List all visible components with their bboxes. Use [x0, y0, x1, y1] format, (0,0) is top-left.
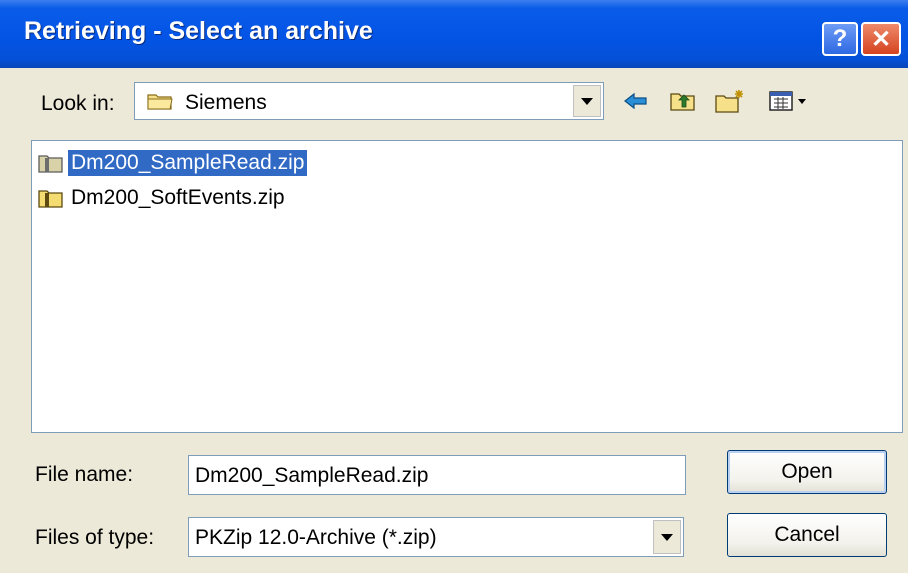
file-name-label: File name:: [35, 463, 134, 486]
look-in-dropdown[interactable]: Siemens: [134, 82, 604, 120]
look-in-label: Look in:: [41, 92, 115, 115]
view-menu-icon: [769, 91, 806, 111]
folder-icon: [147, 94, 173, 110]
chevron-down-icon: [581, 97, 593, 105]
help-icon: ?: [832, 25, 848, 52]
file-name: Dm200_SoftEvents.zip: [71, 186, 285, 209]
new-folder-icon: [715, 90, 743, 113]
up-one-level-icon: [670, 93, 695, 111]
help-button[interactable]: ?: [822, 22, 858, 56]
view-menu-button[interactable]: [765, 88, 815, 114]
open-button[interactable]: Open: [727, 450, 887, 494]
window-title: Retrieving - Select an archive: [24, 17, 373, 45]
cancel-button[interactable]: Cancel: [727, 513, 887, 557]
files-of-type-dropdown-button[interactable]: [653, 520, 681, 554]
file-list-item[interactable]: Dm200_SoftEvents.zip: [38, 184, 288, 212]
zip-folder-icon: [38, 155, 63, 173]
files-of-type-dropdown[interactable]: PKZip 12.0-Archive (*.zip): [188, 517, 684, 557]
back-arrow-icon: [624, 92, 647, 110]
zip-folder-icon: [38, 190, 63, 208]
files-of-type-value: PKZip 12.0-Archive (*.zip): [195, 526, 437, 549]
files-of-type-label: Files of type:: [35, 526, 155, 549]
close-icon: ✕: [870, 25, 892, 53]
file-name: Dm200_SampleRead.zip: [68, 150, 308, 176]
back-button[interactable]: [620, 88, 652, 114]
file-list[interactable]: Dm200_SampleRead.zip Dm200_SoftEvents.zi…: [31, 140, 903, 433]
file-name-input[interactable]: Dm200_SampleRead.zip: [188, 455, 686, 495]
new-folder-button[interactable]: [714, 88, 746, 114]
chevron-down-icon: [661, 533, 673, 541]
open-archive-dialog: Retrieving - Select an archive ? ✕ Look …: [0, 0, 908, 573]
look-in-value: Siemens: [185, 91, 267, 114]
close-button[interactable]: ✕: [861, 22, 901, 56]
look-in-dropdown-button[interactable]: [573, 85, 601, 117]
file-list-item[interactable]: Dm200_SampleRead.zip: [38, 149, 308, 177]
up-one-level-button[interactable]: [667, 88, 699, 114]
title-bar[interactable]: Retrieving - Select an archive ? ✕: [0, 0, 908, 68]
